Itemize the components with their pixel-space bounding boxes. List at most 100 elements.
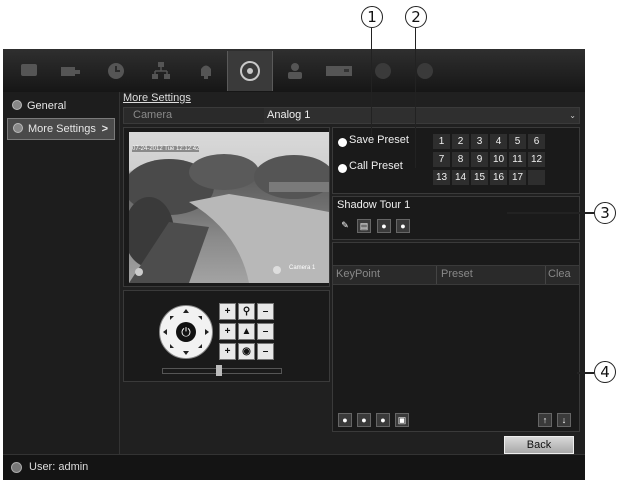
camera-preview: 07-24-2012 Tue 12:12:42 Camera 1 <box>129 132 329 283</box>
sidebar-item-label: General <box>27 100 67 112</box>
preset-number[interactable]: 13 <box>433 170 450 185</box>
preset-number[interactable]: 2 <box>452 134 469 149</box>
keypoint-table-header: KeyPoint Preset Clea <box>333 265 579 285</box>
power-icon[interactable]: ⏻ <box>176 322 196 342</box>
callout-2: 2 <box>405 6 427 28</box>
save-icon[interactable]: ▤ <box>357 219 371 233</box>
breadcrumb: More Settings <box>123 92 191 104</box>
preset-number[interactable]: 7 <box>433 152 450 167</box>
preview-camera-overlay: Camera 1 <box>289 265 316 271</box>
keypoint-panel: KeyPoint Preset Clea ● ● ● ▣ ↑ ↓ <box>332 242 580 432</box>
back-button[interactable]: Back <box>504 436 574 454</box>
preset-number[interactable] <box>528 170 545 185</box>
clock-icon[interactable] <box>94 56 138 86</box>
preset-number[interactable]: 8 <box>452 152 469 167</box>
preset-number[interactable]: 6 <box>528 134 545 149</box>
callout-1-line <box>371 28 372 136</box>
callout-4-line <box>577 372 594 374</box>
speed-slider[interactable] <box>162 365 282 376</box>
preset-number[interactable]: 10 <box>490 152 507 167</box>
network-icon[interactable] <box>139 56 183 86</box>
zoom-in-button[interactable]: + <box>219 303 236 320</box>
direction-pad[interactable]: ⏻ <box>159 305 213 359</box>
user-icon <box>11 462 22 473</box>
ptz-icon[interactable] <box>227 51 273 91</box>
preset-number[interactable]: 11 <box>509 152 526 167</box>
sidebar-item-more-settings[interactable]: More Settings > <box>7 118 115 140</box>
save-preset-radio[interactable] <box>338 138 347 147</box>
shadow-tour-name: Shadow Tour 1 <box>337 199 411 211</box>
hdd-icon[interactable] <box>317 56 361 86</box>
callout-3: 3 <box>594 202 616 224</box>
preset-number[interactable]: 12 <box>528 152 545 167</box>
preview-timestamp: 07-24-2012 Tue 12:12:42 <box>132 146 200 152</box>
keypoint-table-body <box>333 284 579 404</box>
zoom-out-button[interactable]: – <box>257 303 274 320</box>
column-keypoint: KeyPoint <box>336 268 381 280</box>
callout-4: 4 <box>594 361 616 383</box>
camera-label: Camera <box>133 109 173 121</box>
shadow-tour-panel: Shadow Tour 1 ✎ ▤ ● ● <box>332 196 580 240</box>
camera-select-value: Analog 1 <box>267 109 311 121</box>
ptz-control-panel: ⏻ + ⚲ – + ▲ – + ◉ – <box>123 290 330 382</box>
preset-number[interactable]: 16 <box>490 170 507 185</box>
chevron-down-icon: ⌄ <box>569 111 576 120</box>
callout-3-line <box>507 212 594 214</box>
sidebar: General More Settings > <box>3 92 120 454</box>
move-down-icon[interactable]: ↓ <box>557 413 571 427</box>
sidebar-item-label: More Settings <box>28 123 96 135</box>
stop-icon[interactable]: ● <box>396 219 410 233</box>
callout-2-line <box>415 28 416 168</box>
power-icon[interactable] <box>403 56 447 86</box>
camera-select[interactable]: Analog 1 ⌄ <box>264 108 579 123</box>
call-preset-label[interactable]: Call Preset <box>349 160 403 172</box>
current-user: User: admin <box>29 461 89 473</box>
iris-out-button[interactable]: – <box>257 343 274 360</box>
edit-icon[interactable]: ✎ <box>338 219 352 233</box>
preset-number[interactable]: 4 <box>490 134 507 149</box>
iris-icon: ◉ <box>238 343 255 360</box>
preset-number[interactable]: 14 <box>452 170 469 185</box>
stop-tour-icon[interactable]: ● <box>376 413 390 427</box>
iris-in-button[interactable]: + <box>219 343 236 360</box>
gear-icon <box>12 100 22 110</box>
user-icon[interactable] <box>273 56 317 86</box>
play-icon[interactable]: ● <box>377 219 391 233</box>
camera-icon[interactable] <box>49 56 93 86</box>
column-divider <box>545 266 546 284</box>
move-up-icon[interactable]: ↑ <box>538 413 552 427</box>
top-menu-bar <box>3 49 585 92</box>
zoom-icon: ⚲ <box>238 303 255 320</box>
preset-number[interactable]: 15 <box>471 170 488 185</box>
monitor-icon[interactable] <box>7 56 51 86</box>
preset-panel: Save Preset Call Preset 1 2 3 4 5 6 7 8 … <box>332 127 580 194</box>
play-tour-icon[interactable]: ● <box>357 413 371 427</box>
delete-icon[interactable]: ▣ <box>395 413 409 427</box>
alarm-icon[interactable] <box>184 56 228 86</box>
focus-in-button[interactable]: + <box>219 323 236 340</box>
focus-out-button[interactable]: – <box>257 323 274 340</box>
column-preset: Preset <box>441 268 473 280</box>
save-preset-label[interactable]: Save Preset <box>349 134 409 146</box>
status-bar: User: admin <box>3 454 585 480</box>
column-divider <box>436 266 437 284</box>
preset-number[interactable]: 3 <box>471 134 488 149</box>
speed-slider-handle[interactable] <box>216 365 222 376</box>
main-panel: More Settings Camera Analog 1 ⌄ 07-24-20… <box>120 92 585 454</box>
column-clear: Clea <box>548 268 571 280</box>
add-keypoint-icon[interactable]: ● <box>338 413 352 427</box>
record-icon[interactable] <box>361 56 405 86</box>
preset-number[interactable]: 9 <box>471 152 488 167</box>
preset-number[interactable]: 17 <box>509 170 526 185</box>
chevron-right-icon: > <box>101 123 108 135</box>
scene-image <box>129 154 329 283</box>
focus-icon: ▲ <box>238 323 255 340</box>
preset-number[interactable]: 5 <box>509 134 526 149</box>
dvr-window: General More Settings > More Settings Ca… <box>3 49 585 480</box>
preset-number[interactable]: 1 <box>433 134 450 149</box>
callout-1: 1 <box>361 6 383 28</box>
preset-number-grid: 1 2 3 4 5 6 7 8 9 10 11 12 13 14 15 16 1… <box>433 134 553 190</box>
sidebar-item-general[interactable]: General <box>7 96 115 116</box>
gear-icon <box>13 123 23 133</box>
call-preset-radio[interactable] <box>338 164 347 173</box>
